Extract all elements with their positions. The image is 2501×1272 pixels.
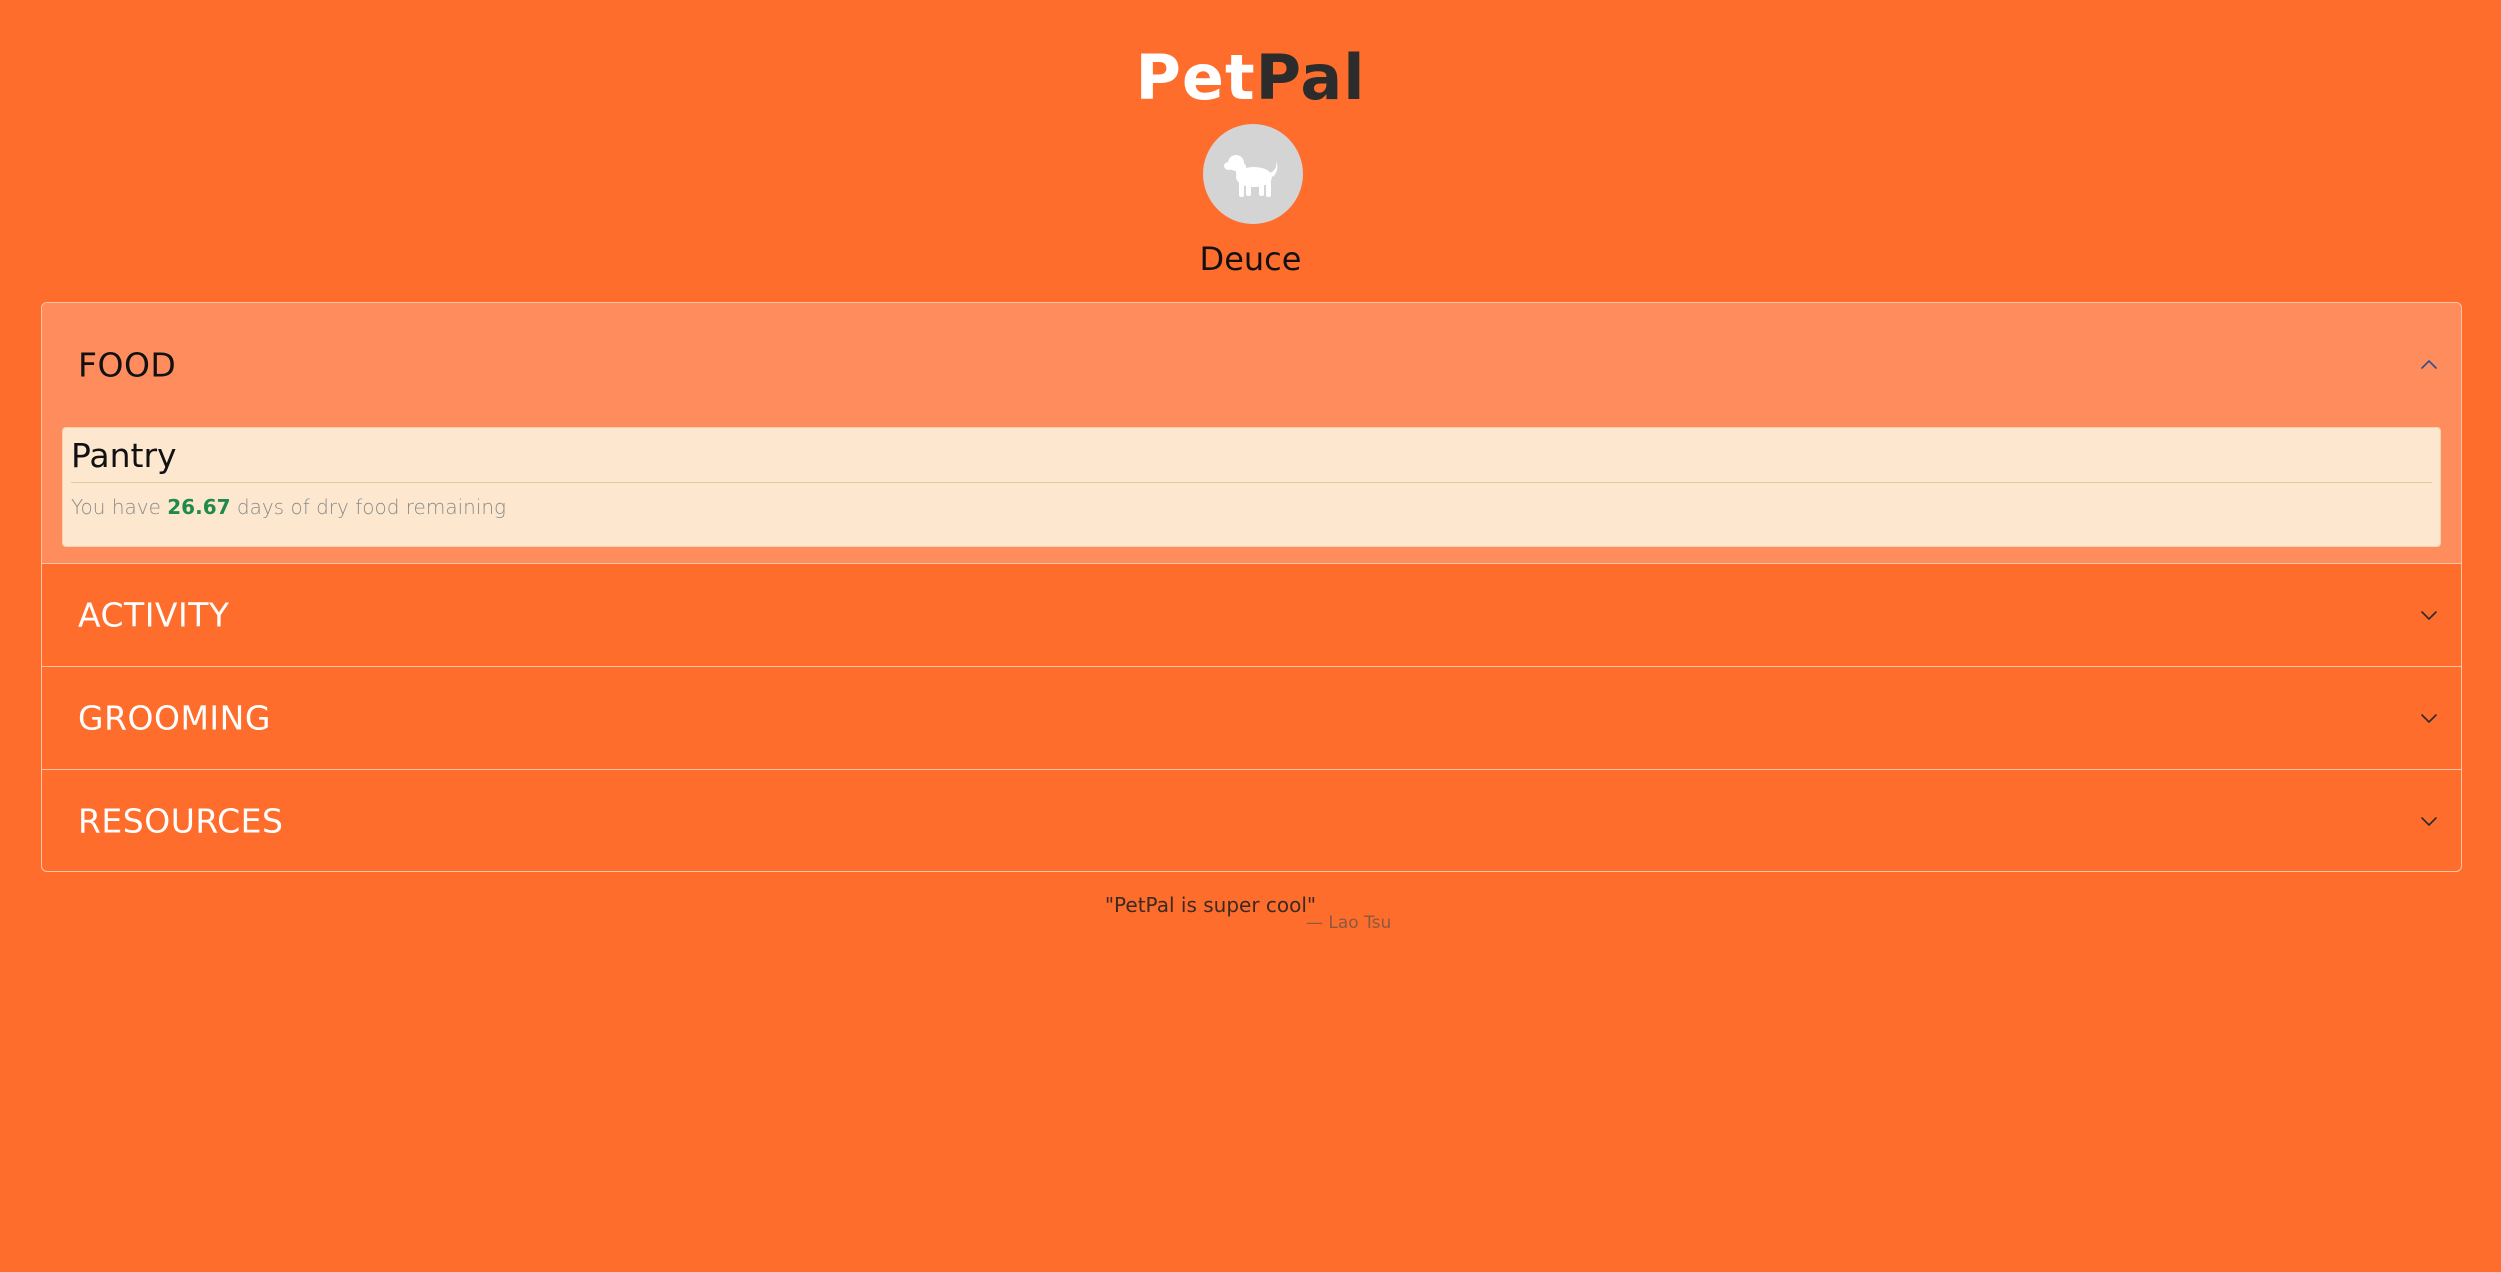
quote-text: "PetPal is super cool": [1104, 893, 1317, 917]
section-grooming: GROOMING: [42, 667, 2461, 770]
chevron-down-icon[interactable]: [2417, 706, 2441, 730]
logo-part-pal: Pal: [1255, 41, 1366, 114]
care-accordion: FOOD Pantry You have 26.67 days of dry f…: [41, 302, 2462, 872]
chevron-down-icon[interactable]: [2417, 603, 2441, 627]
pantry-text-after: days of dry food remaining: [230, 495, 507, 519]
footer-quote: "PetPal is super cool": [0, 890, 2501, 920]
section-resources-header[interactable]: RESOURCES: [42, 770, 2461, 871]
pet-avatar: [1203, 124, 1303, 224]
food-days-remaining: 26.67: [167, 495, 231, 519]
app-logo: PetPal: [0, 38, 2501, 118]
pantry-card-title: Pantry: [71, 428, 2432, 483]
section-activity-header[interactable]: ACTIVITY: [42, 564, 2461, 666]
chevron-up-icon[interactable]: [2417, 353, 2441, 377]
section-food-title: FOOD: [78, 345, 177, 385]
section-food-body: Pantry You have 26.67 days of dry food r…: [42, 427, 2461, 563]
section-grooming-header[interactable]: GROOMING: [42, 667, 2461, 769]
section-resources-title: RESOURCES: [78, 801, 284, 841]
section-grooming-title: GROOMING: [78, 698, 271, 738]
section-food: FOOD Pantry You have 26.67 days of dry f…: [42, 303, 2461, 564]
pantry-text-before: You have: [71, 495, 168, 519]
pantry-card: Pantry You have 26.67 days of dry food r…: [62, 427, 2441, 547]
section-resources: RESOURCES: [42, 770, 2461, 871]
dog-icon: [1224, 155, 1278, 197]
chevron-down-icon[interactable]: [2417, 809, 2441, 833]
pantry-card-text: You have 26.67 days of dry food remainin…: [71, 483, 2432, 531]
pet-name: Deuce: [1199, 240, 1302, 278]
section-activity: ACTIVITY: [42, 564, 2461, 667]
logo-part-pet: Pet: [1135, 41, 1256, 114]
section-activity-title: ACTIVITY: [78, 595, 230, 635]
quote-author: — Lao Tsu: [1306, 913, 1392, 933]
section-food-header[interactable]: FOOD: [42, 303, 2461, 427]
